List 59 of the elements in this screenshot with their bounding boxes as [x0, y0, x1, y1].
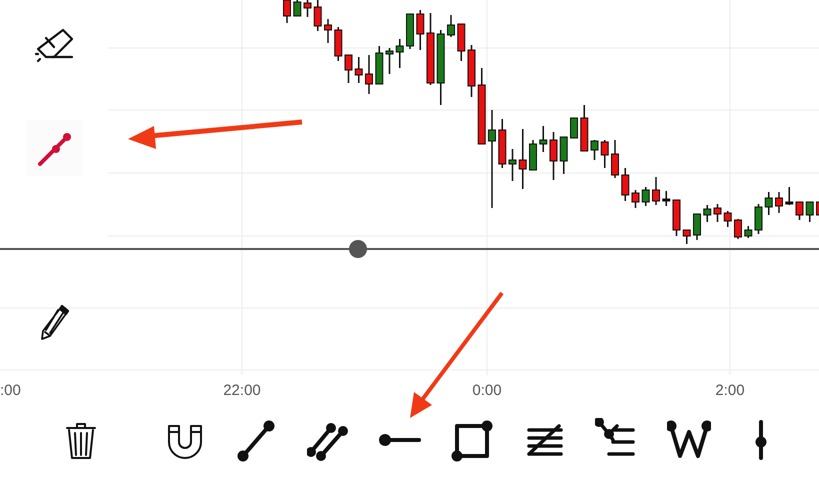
candlestick — [334, 27, 342, 61]
candlestick — [744, 226, 752, 238]
candlestick — [662, 191, 670, 206]
candlestick — [283, 0, 291, 23]
candlestick — [426, 13, 434, 85]
time-axis-label: 0:00 — [472, 382, 502, 399]
candlestick — [529, 140, 537, 170]
candlestick — [354, 57, 363, 83]
candlestick — [724, 211, 732, 227]
candlestick — [570, 118, 578, 138]
candlestick — [806, 202, 814, 222]
time-axis-label: 22:00 — [223, 382, 261, 399]
candlestick — [600, 140, 609, 168]
candlestick — [816, 202, 819, 216]
candlestick — [314, 0, 322, 31]
candlestick — [304, 0, 312, 17]
candlestick — [714, 204, 722, 222]
candlestick — [796, 202, 804, 220]
candlestick — [518, 129, 527, 189]
candlestick — [365, 55, 373, 94]
candlestick — [682, 230, 691, 244]
candlestick — [672, 200, 680, 236]
candlestick — [785, 187, 794, 205]
candlestick — [498, 119, 506, 168]
line-tool-button[interactable] — [26, 120, 82, 176]
candlestick — [652, 177, 660, 205]
candlestick — [447, 15, 455, 37]
candlestick — [764, 192, 773, 215]
candlestick — [416, 10, 424, 50]
candlestick — [324, 19, 332, 43]
candlestick — [611, 140, 619, 178]
divider-handle[interactable] — [349, 240, 367, 258]
candlestick — [539, 126, 548, 152]
candlestick — [642, 187, 650, 206]
candlestick — [293, 0, 302, 16]
vertical-line-icon — [755, 418, 767, 462]
candlestick — [632, 190, 640, 208]
candlestick — [590, 140, 598, 160]
candlestick — [580, 105, 588, 152]
candlestick — [406, 14, 414, 49]
time-axis-label: :00 — [0, 382, 21, 399]
candlestick — [621, 168, 630, 201]
time-axis-label: 2:00 — [715, 382, 745, 399]
candlestick — [560, 136, 568, 174]
candlestick — [386, 48, 394, 74]
rectangle-icon — [451, 418, 495, 462]
candlestick — [396, 39, 404, 68]
candlestick — [375, 46, 384, 84]
candlestick — [468, 45, 476, 97]
candlestick — [754, 204, 762, 234]
candlestick — [775, 192, 783, 213]
horizontal-ray-icon — [379, 434, 423, 446]
candlestick — [703, 205, 712, 222]
candlestick — [457, 24, 466, 61]
candlestick — [734, 219, 742, 239]
candlestick — [508, 149, 516, 181]
candlestick — [550, 132, 558, 180]
candlestick — [693, 214, 701, 240]
candlestick — [344, 54, 352, 83]
